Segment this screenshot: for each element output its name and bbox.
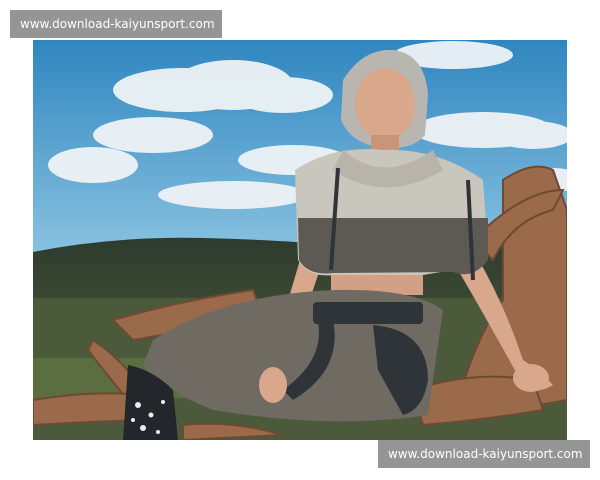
left-hand xyxy=(259,367,287,403)
watermark-bottom: www.download-kaiyunsport.com xyxy=(378,440,590,468)
right-hand xyxy=(513,364,549,392)
photo-illustration xyxy=(33,40,567,440)
image-canvas: www.download-kaiyunsport.com www.downloa… xyxy=(0,0,600,480)
sweater-stripe xyxy=(298,218,488,275)
face xyxy=(355,68,415,140)
watermark-top: www.download-kaiyunsport.com xyxy=(10,10,222,38)
fashion-photo xyxy=(33,40,567,440)
